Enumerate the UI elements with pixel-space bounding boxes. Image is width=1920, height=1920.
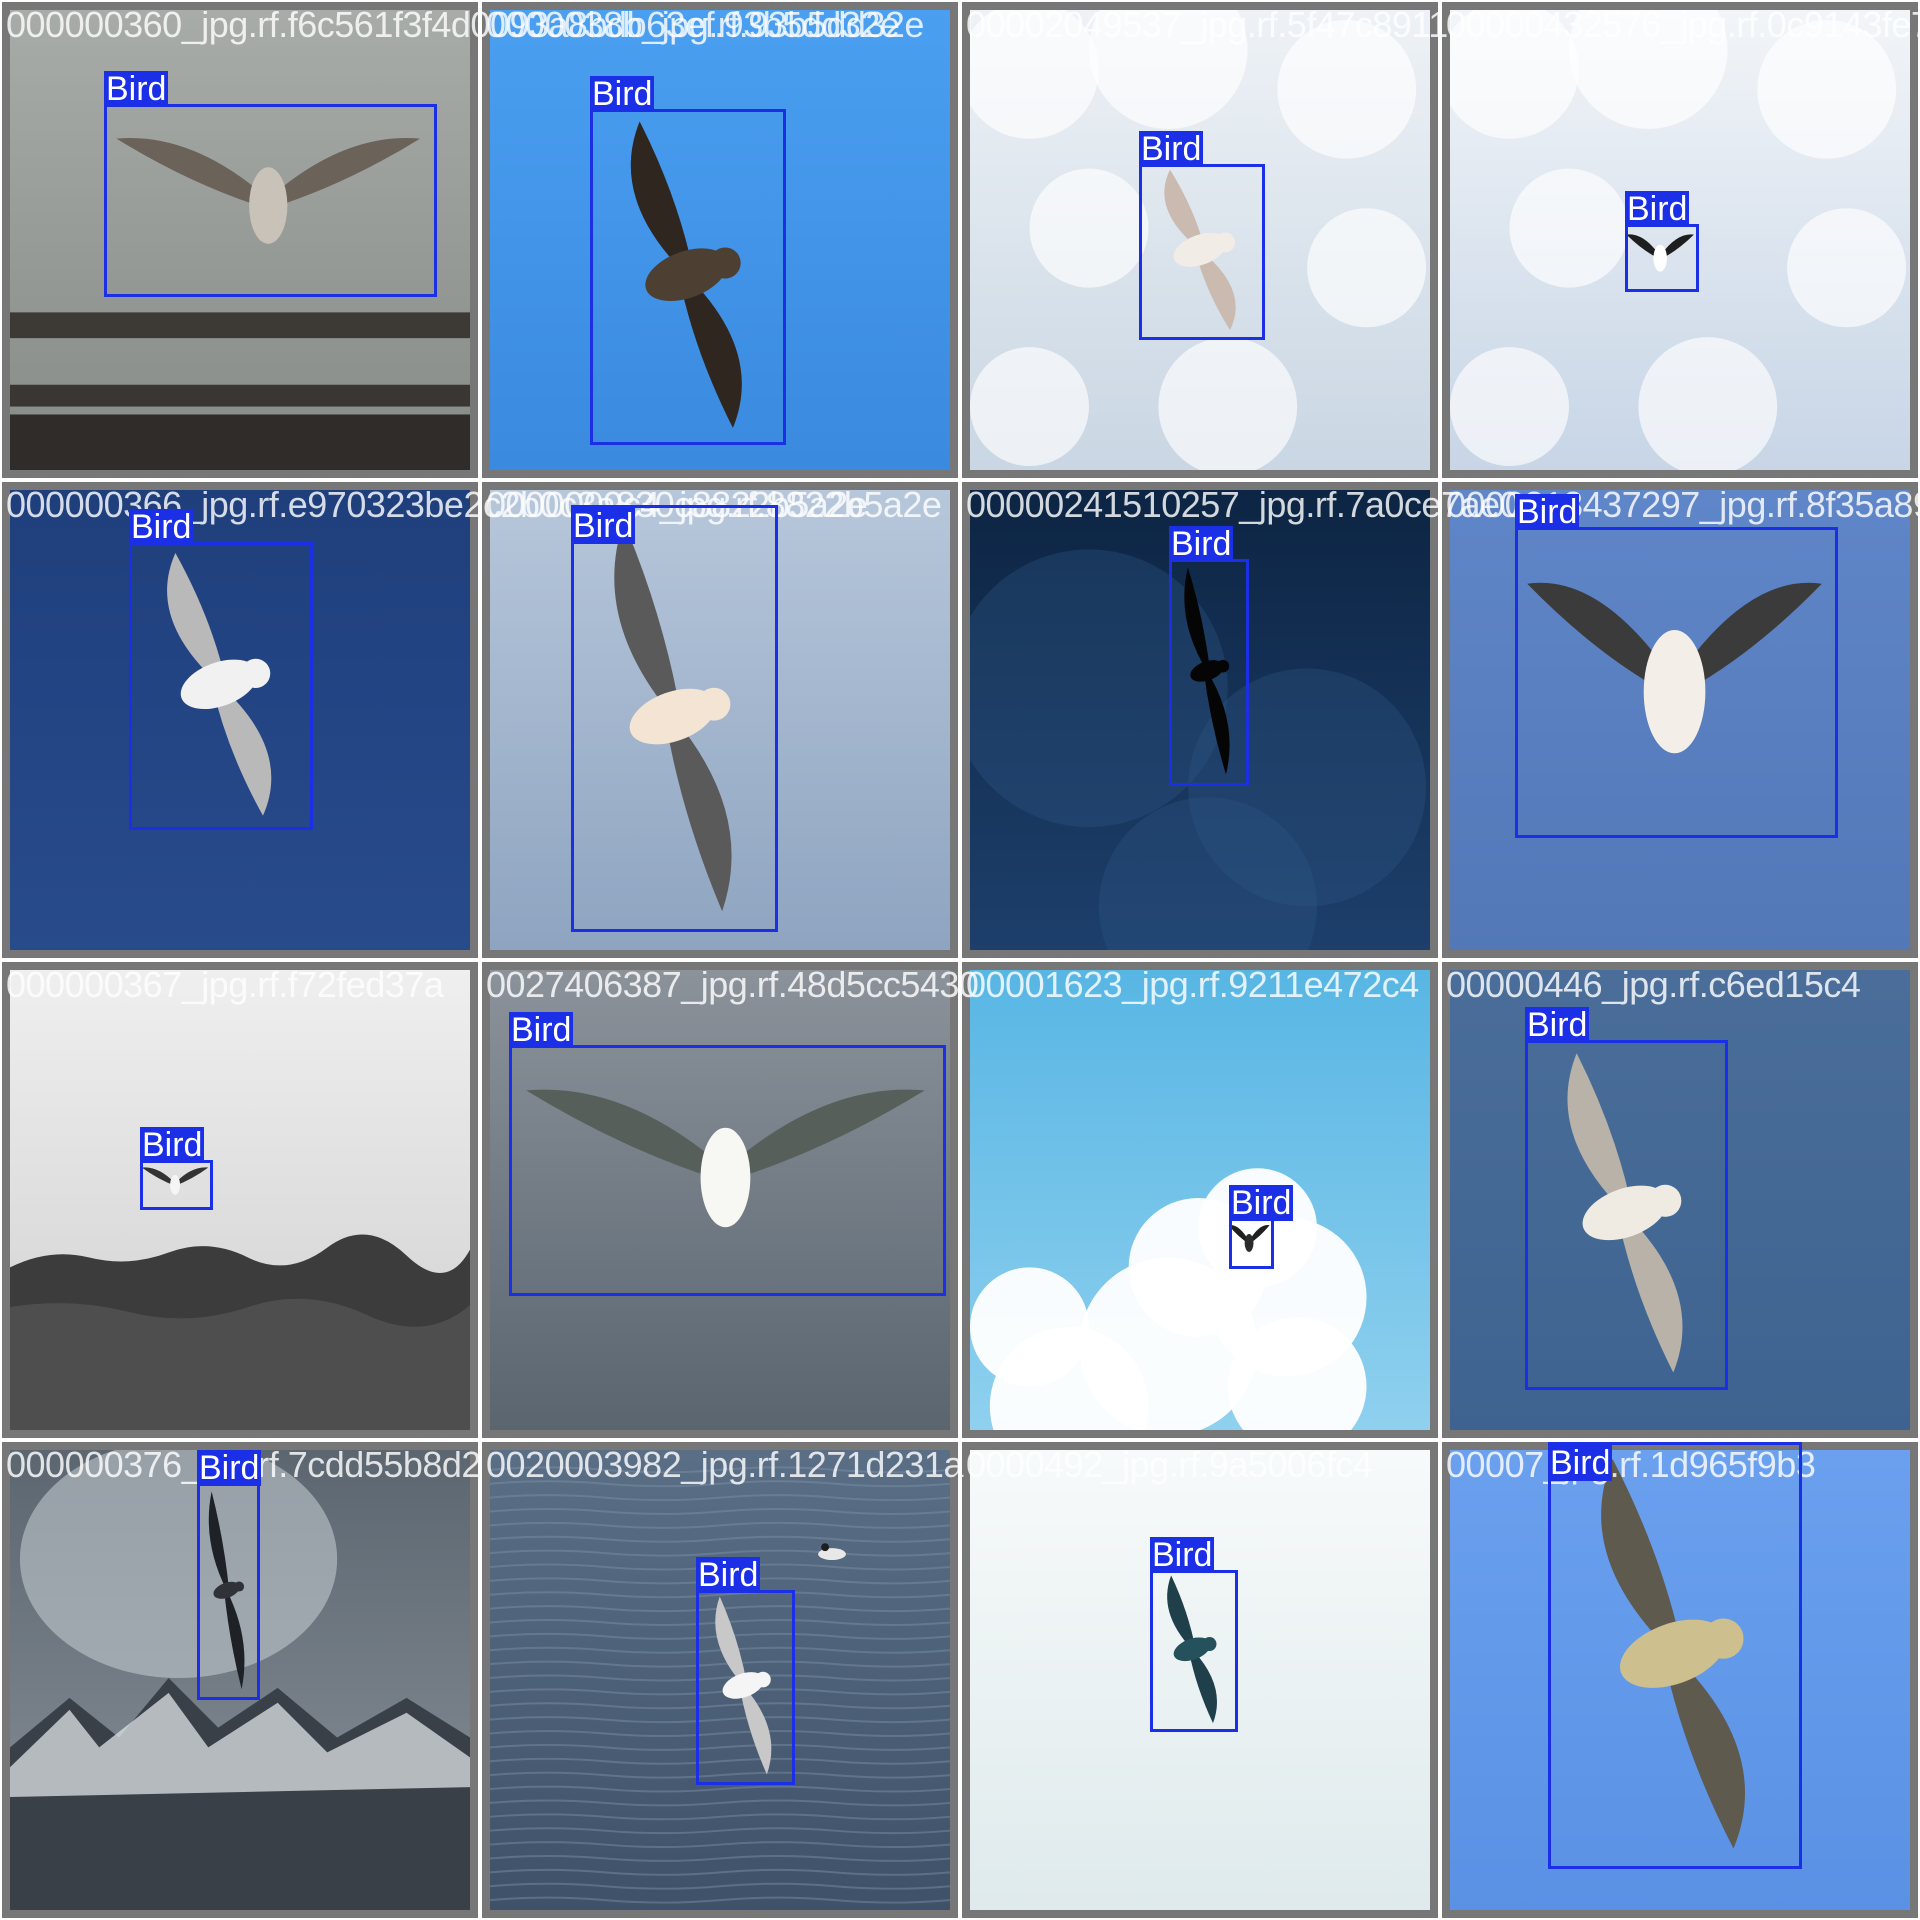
cloud xyxy=(1509,168,1629,288)
mosaic-tile: 0020003982_jpg.rf.1271d231a Bird xyxy=(480,1440,963,1920)
cloud xyxy=(970,347,1089,467)
detection-class-label: Bird xyxy=(129,508,194,546)
detection-bounding-box: Bird xyxy=(1515,494,1838,838)
cloud xyxy=(1029,168,1149,288)
cloud xyxy=(1158,337,1298,470)
cloud xyxy=(1787,208,1907,328)
detection-class-label: Bird xyxy=(1625,190,1690,228)
detection-class-label: Bird xyxy=(140,1126,205,1164)
detection-bounding-box: Bird xyxy=(1525,1007,1728,1390)
image-mosaic: 000000360_jpg.rf.f6c561f3f4d0093a8bdb63e… xyxy=(0,0,1920,1920)
detection-bounding-box: Bird xyxy=(1169,526,1249,786)
detection-class-label: Bird xyxy=(1150,1536,1215,1574)
mosaic-tile: 00002049537_jpg.rf.5f47c8911 Bird xyxy=(960,0,1448,480)
mosaic-tile: 000000366_jpg.rf.e970323be2c2b0c3a830c88… xyxy=(0,480,868,960)
detection-class-label: Bird xyxy=(197,1449,262,1487)
detection-class-label: Bird xyxy=(1548,1444,1613,1482)
detection-class-label: Bird xyxy=(1139,130,1204,168)
cloud xyxy=(1307,208,1427,328)
detection-bounding-box: Bird xyxy=(1229,1185,1294,1269)
detection-bounding-box: Bird xyxy=(1625,191,1699,292)
detection-class-label: Bird xyxy=(590,75,655,113)
detection-class-label: Bird xyxy=(696,1556,761,1594)
mosaic-tile: 00000241510257_jpg.rf.7a0ce7ae0 Bird xyxy=(960,480,1520,960)
mosaic-tile: 0027406387_jpg.rf.48d5cc5430 Bird xyxy=(480,960,979,1440)
detection-bounding-box: Bird xyxy=(1548,1442,1802,1869)
bird-photo xyxy=(970,970,1430,1430)
mosaic-tile: 000000367_jpg.rf.f72fed37a Bird xyxy=(0,960,480,1440)
detection-bounding-box: Bird xyxy=(509,1012,946,1296)
detection-bounding-box: Bird xyxy=(1139,131,1265,340)
mosaic-tile: 000000376_jpg.rf.7cdd55b8d2Bird xyxy=(0,1440,481,1920)
cloud xyxy=(1757,19,1897,159)
mosaic-tile: 00001623_jpg.rf.9211e472c4 Bird xyxy=(960,960,1440,1440)
detection-bounding-box: Bird xyxy=(129,509,313,830)
cloud xyxy=(1450,347,1569,467)
mosaic-tile: 0000492_jpg.rf.9a5006fc4 Bird xyxy=(960,1440,1440,1920)
detection-class-label: Bird xyxy=(509,1011,574,1049)
detection-class-label: Bird xyxy=(1169,525,1234,563)
detection-bounding-box: Bird xyxy=(140,1127,213,1210)
cloud xyxy=(1277,19,1417,159)
detection-class-label: Bird xyxy=(1229,1184,1294,1222)
detection-bounding-box: Bird xyxy=(696,1557,795,1785)
rail xyxy=(10,312,470,339)
mosaic-tile: 0000313437297_jpg.rf.8f35a8932 Bird xyxy=(1440,480,1920,960)
rail xyxy=(10,384,470,407)
detection-bounding-box: Bird xyxy=(104,71,437,297)
mosaic-tile: 00000446_jpg.rf.c6ed15c4 Bird xyxy=(1440,960,1920,1440)
mosaic-tile: 00000432576_jpg.rf.0c9143fe7 Bird xyxy=(1440,0,1920,480)
detection-class-label: Bird xyxy=(571,507,636,545)
detection-bounding-box: Bird xyxy=(197,1450,262,1700)
detection-class-label: Bird xyxy=(1525,1006,1590,1044)
mosaic-tile: 000000360_jpg.rf.f6c561f3f4d0093a8bdb63e… xyxy=(0,0,900,480)
detection-bounding-box: Bird xyxy=(571,505,778,932)
detection-class-label: Bird xyxy=(1515,493,1580,531)
rail xyxy=(10,414,470,470)
detection-class-label: Bird xyxy=(104,70,169,108)
detection-bounding-box: Bird xyxy=(590,76,786,445)
bird-photo xyxy=(10,970,470,1430)
mosaic-tile: 0000038b_jpg.rf.93b5dd32e Bird xyxy=(480,0,960,480)
mosaic-tile: 0000009c4_jpg.rf.8822b5a2e Bird xyxy=(480,480,960,960)
cloud xyxy=(1638,337,1778,470)
mosaic-tile: 00007_jpg.rf.1d965f9b3 Bird xyxy=(1440,1440,1920,1920)
detection-bounding-box: Bird xyxy=(1150,1537,1238,1732)
